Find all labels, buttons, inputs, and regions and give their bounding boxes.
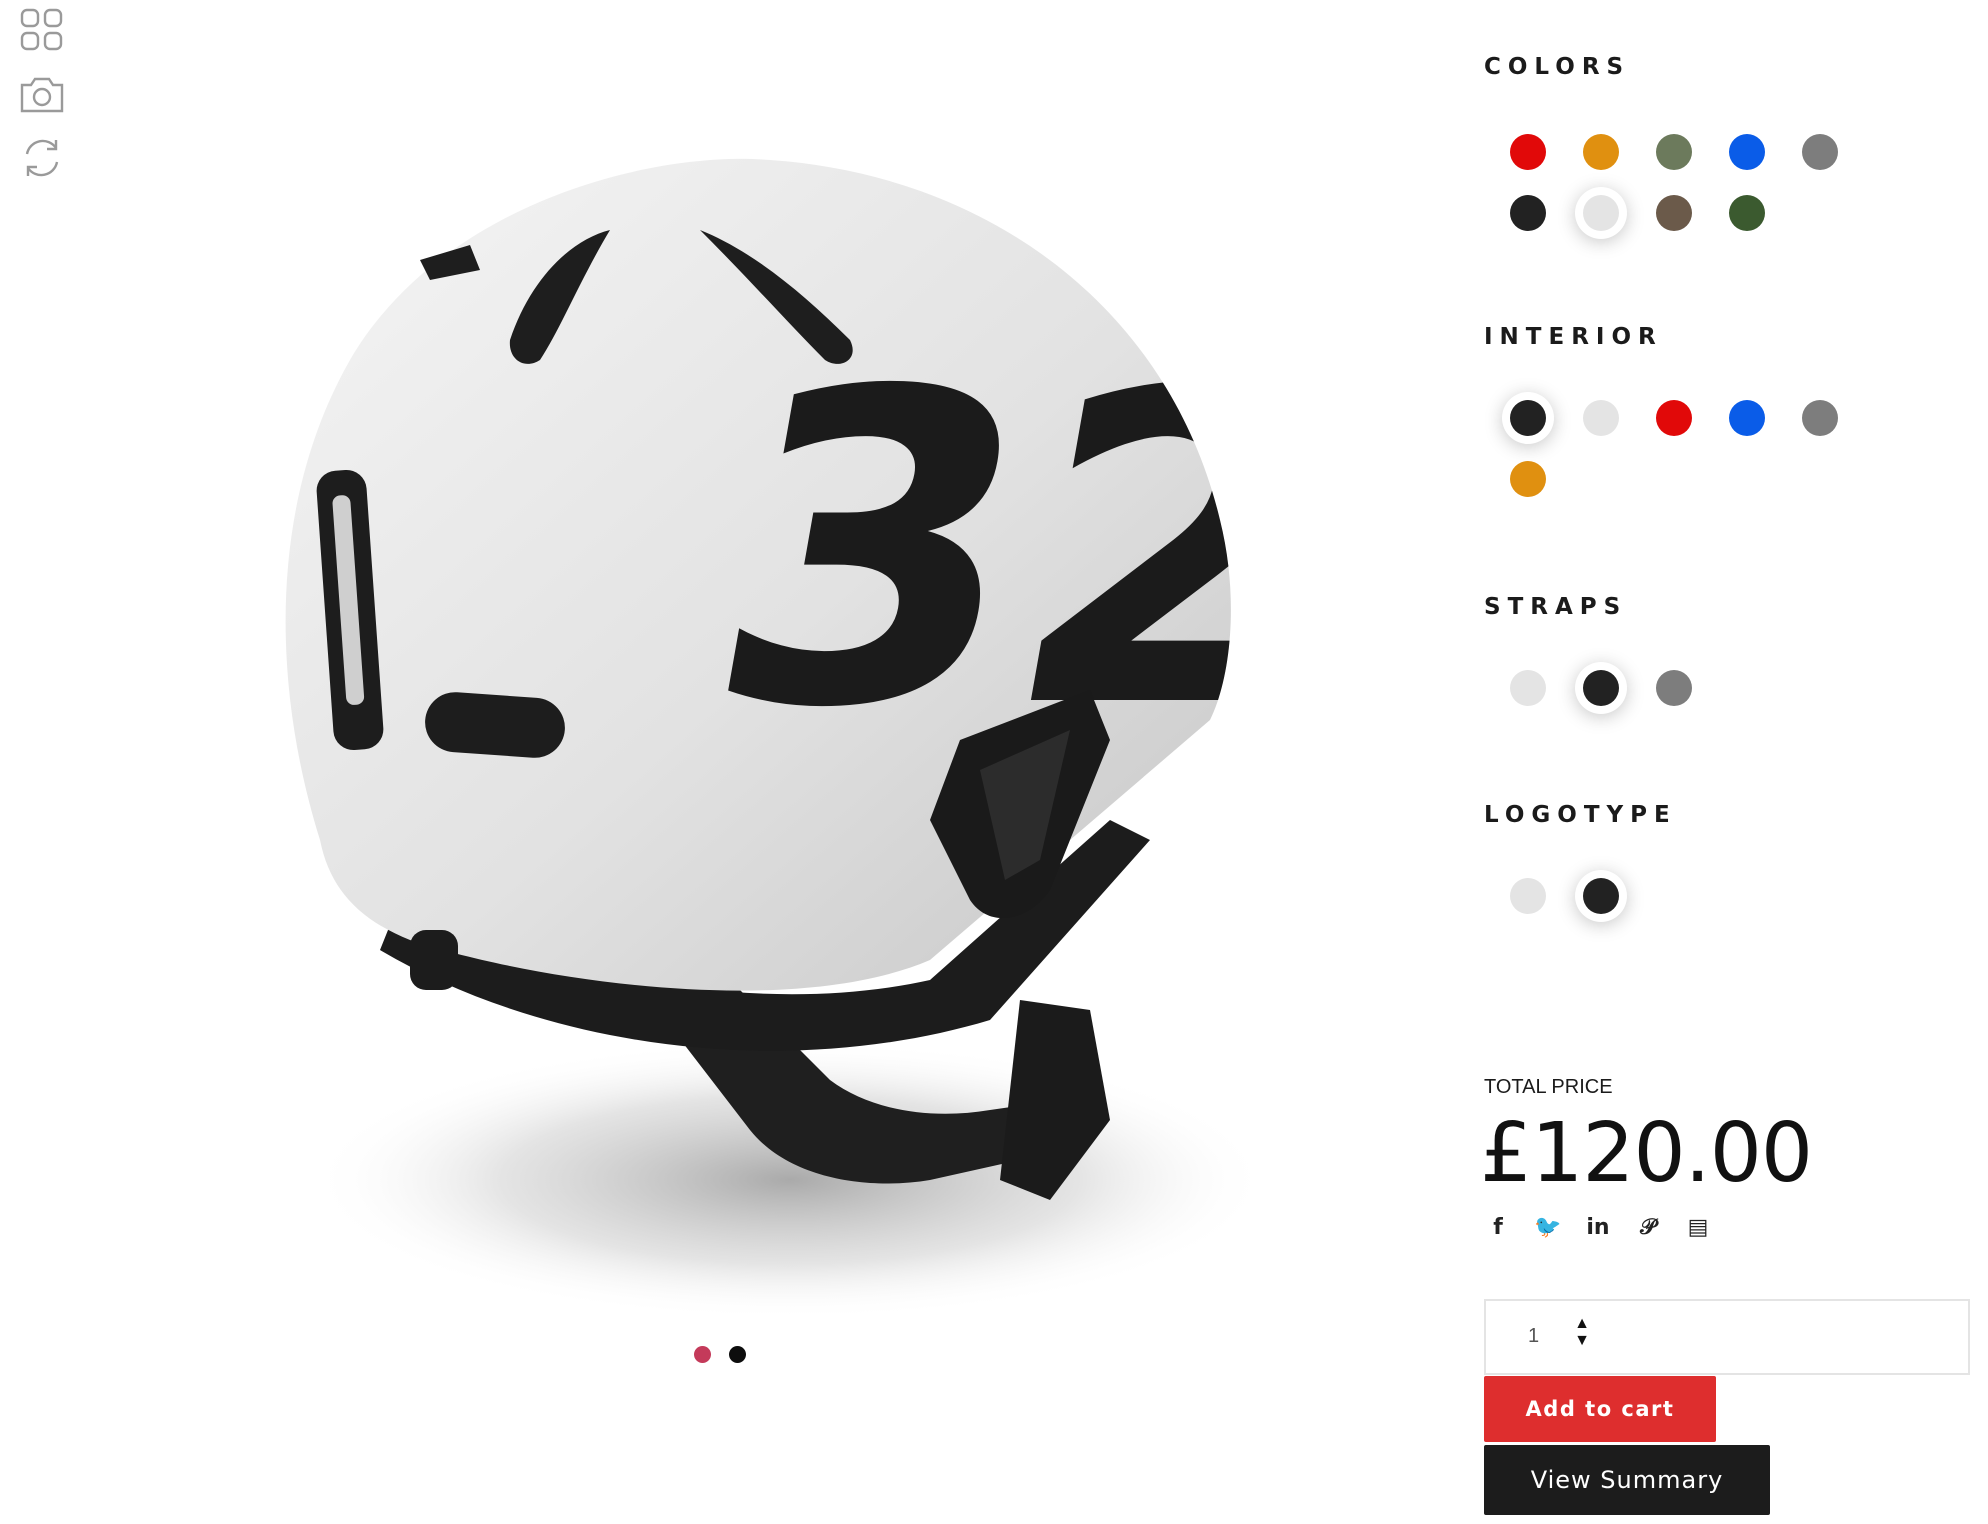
share-links: f 🐦 in 𝒫 ▤: [1484, 1213, 1712, 1241]
view-summary-button[interactable]: View Summary: [1484, 1445, 1770, 1515]
interior-swatch[interactable]: [1510, 400, 1546, 436]
interior-title: INTERIOR: [1484, 324, 1663, 350]
straps-title: STRAPS: [1484, 594, 1628, 620]
total-price: £120.00: [1480, 1106, 1813, 1201]
add-to-cart-button[interactable]: Add to cart: [1484, 1376, 1716, 1442]
interior-swatch[interactable]: [1729, 400, 1765, 436]
pinterest-icon[interactable]: 𝒫: [1634, 1213, 1662, 1241]
colors-swatch[interactable]: [1729, 134, 1765, 170]
twitter-icon[interactable]: 🐦: [1534, 1213, 1562, 1241]
colors-swatch[interactable]: [1656, 195, 1692, 231]
quantity-stepper[interactable]: 1 ▲ ▼: [1484, 1299, 1970, 1375]
colors-swatch[interactable]: [1729, 195, 1765, 231]
carousel-dots: [694, 1346, 746, 1363]
interior-swatch[interactable]: [1583, 400, 1619, 436]
colors-title: COLORS: [1484, 54, 1631, 80]
straps-swatch[interactable]: [1656, 670, 1692, 706]
colors-swatch[interactable]: [1583, 134, 1619, 170]
quantity-arrows[interactable]: ▲ ▼: [1572, 1315, 1592, 1349]
logotype-swatch[interactable]: [1583, 878, 1619, 914]
carousel-dot-2[interactable]: [729, 1346, 746, 1363]
rotate-icon[interactable]: [18, 134, 66, 182]
facebook-icon[interactable]: f: [1484, 1213, 1512, 1241]
colors-swatch[interactable]: [1656, 134, 1692, 170]
interior-swatch[interactable]: [1656, 400, 1692, 436]
configurator-panel: COLORS INTERIOR STRAPS LOGOTYPE TOTAL PR…: [1480, 0, 1974, 1524]
viewer-toolbar: [18, 6, 68, 198]
logotype-swatch[interactable]: [1510, 878, 1546, 914]
colors-swatch[interactable]: [1510, 134, 1546, 170]
grid-icon[interactable]: [18, 6, 66, 54]
interior-swatch[interactable]: [1510, 461, 1546, 497]
straps-swatch[interactable]: [1583, 670, 1619, 706]
quantity-value[interactable]: 1: [1528, 1325, 1539, 1348]
linkedin-icon[interactable]: in: [1584, 1213, 1612, 1241]
helmet-render: 32: [285, 158, 1270, 1320]
carousel-dot-1[interactable]: [694, 1346, 711, 1363]
pdf-icon[interactable]: ▤: [1684, 1213, 1712, 1241]
colors-swatch[interactable]: [1583, 195, 1619, 231]
straps-swatch[interactable]: [1510, 670, 1546, 706]
camera-icon[interactable]: [18, 70, 66, 118]
product-viewer[interactable]: 32: [230, 120, 1310, 1360]
colors-swatch[interactable]: [1510, 195, 1546, 231]
total-price-label: TOTAL PRICE: [1484, 1076, 1613, 1098]
interior-swatch[interactable]: [1802, 400, 1838, 436]
logotype-title: LOGOTYPE: [1484, 802, 1677, 828]
colors-swatch[interactable]: [1802, 134, 1838, 170]
